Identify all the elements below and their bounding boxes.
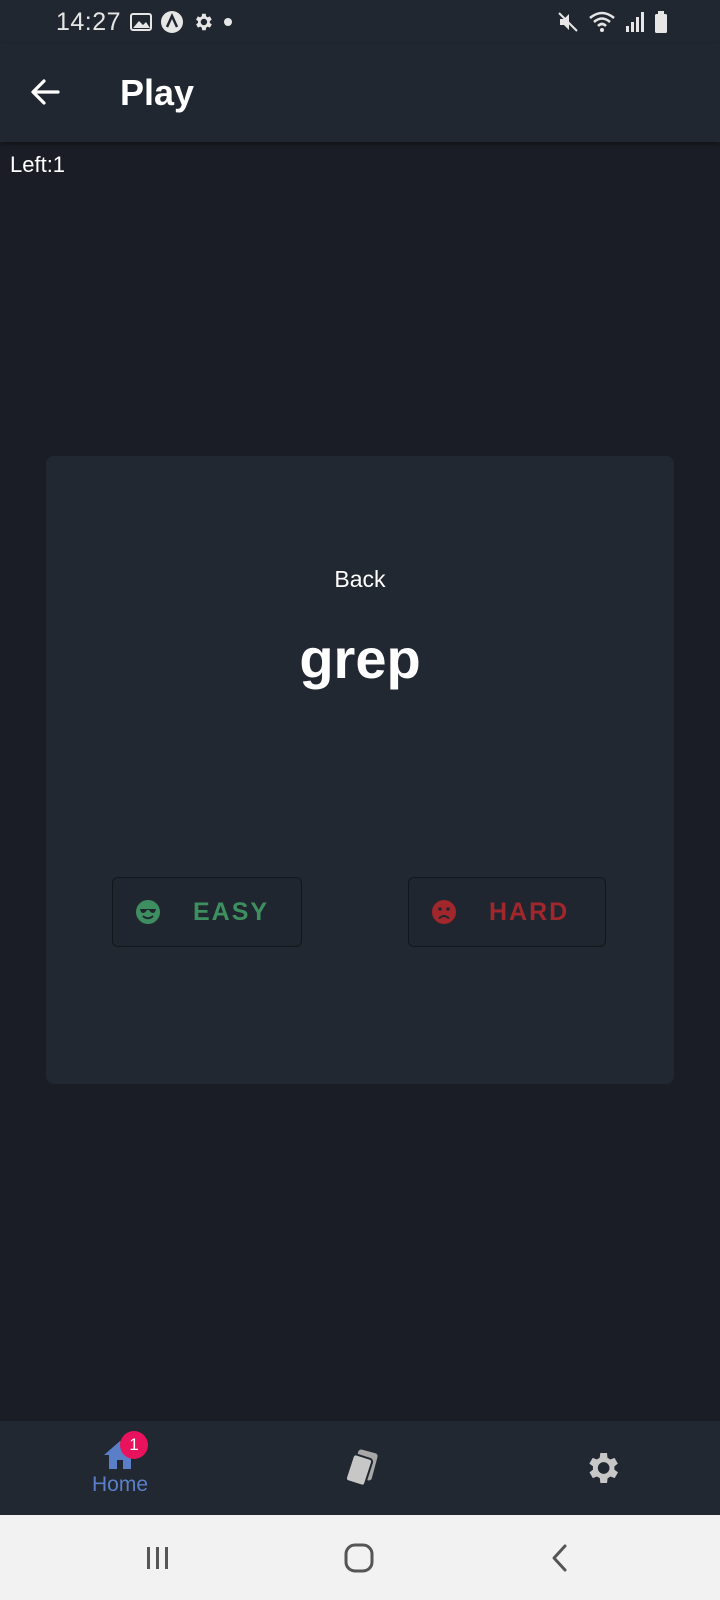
hard-button[interactable]: HARD [408,877,606,947]
cards-icon [344,1449,378,1487]
status-left-icons [130,10,234,34]
gallery-icon [130,13,152,31]
chevron-left-icon [552,1544,567,1572]
battery-icon [655,11,667,33]
hard-button-label: HARD [489,897,570,926]
flashcard[interactable]: Back grep EASY HARD [46,456,674,1084]
card-side-label: Back [334,566,386,592]
page-title: Play [120,72,195,113]
card-word: grep [299,627,421,690]
system-home-icon [344,1543,374,1573]
system-navigation-bar [0,1515,720,1600]
mute-icon [558,12,578,32]
status-right-icons [556,10,668,34]
app-a-icon [161,11,183,33]
nav-settings[interactable] [522,1421,682,1515]
settings-gear-icon [196,13,212,31]
settings-icon [589,1453,618,1483]
nav-home[interactable]: 1 Home [40,1421,200,1515]
recent-apps-button[interactable] [128,1535,188,1581]
cards-left-count: Left:1 [10,152,66,177]
back-button[interactable] [22,69,68,115]
signal-icon [626,12,644,32]
recent-apps-icon [147,1547,168,1569]
dot-icon [224,18,232,26]
easy-button[interactable]: EASY [112,877,302,947]
nav-cards[interactable] [282,1421,442,1515]
status-time: 14:27 [56,8,122,36]
notification-badge: 1 [120,1431,148,1459]
easy-button-label: EASY [193,897,270,926]
system-home-button[interactable] [329,1535,389,1581]
wifi-icon [589,11,615,32]
system-back-button[interactable] [530,1535,590,1581]
bottom-navigation: 1 Home [0,1421,720,1515]
arrow-left-icon [31,79,60,105]
sunglasses-face-icon [135,899,161,925]
nav-home-label: Home [91,1473,149,1496]
app-bar: Play [0,44,720,142]
frown-face-icon [431,899,457,925]
status-bar: 14:27 [0,0,720,44]
